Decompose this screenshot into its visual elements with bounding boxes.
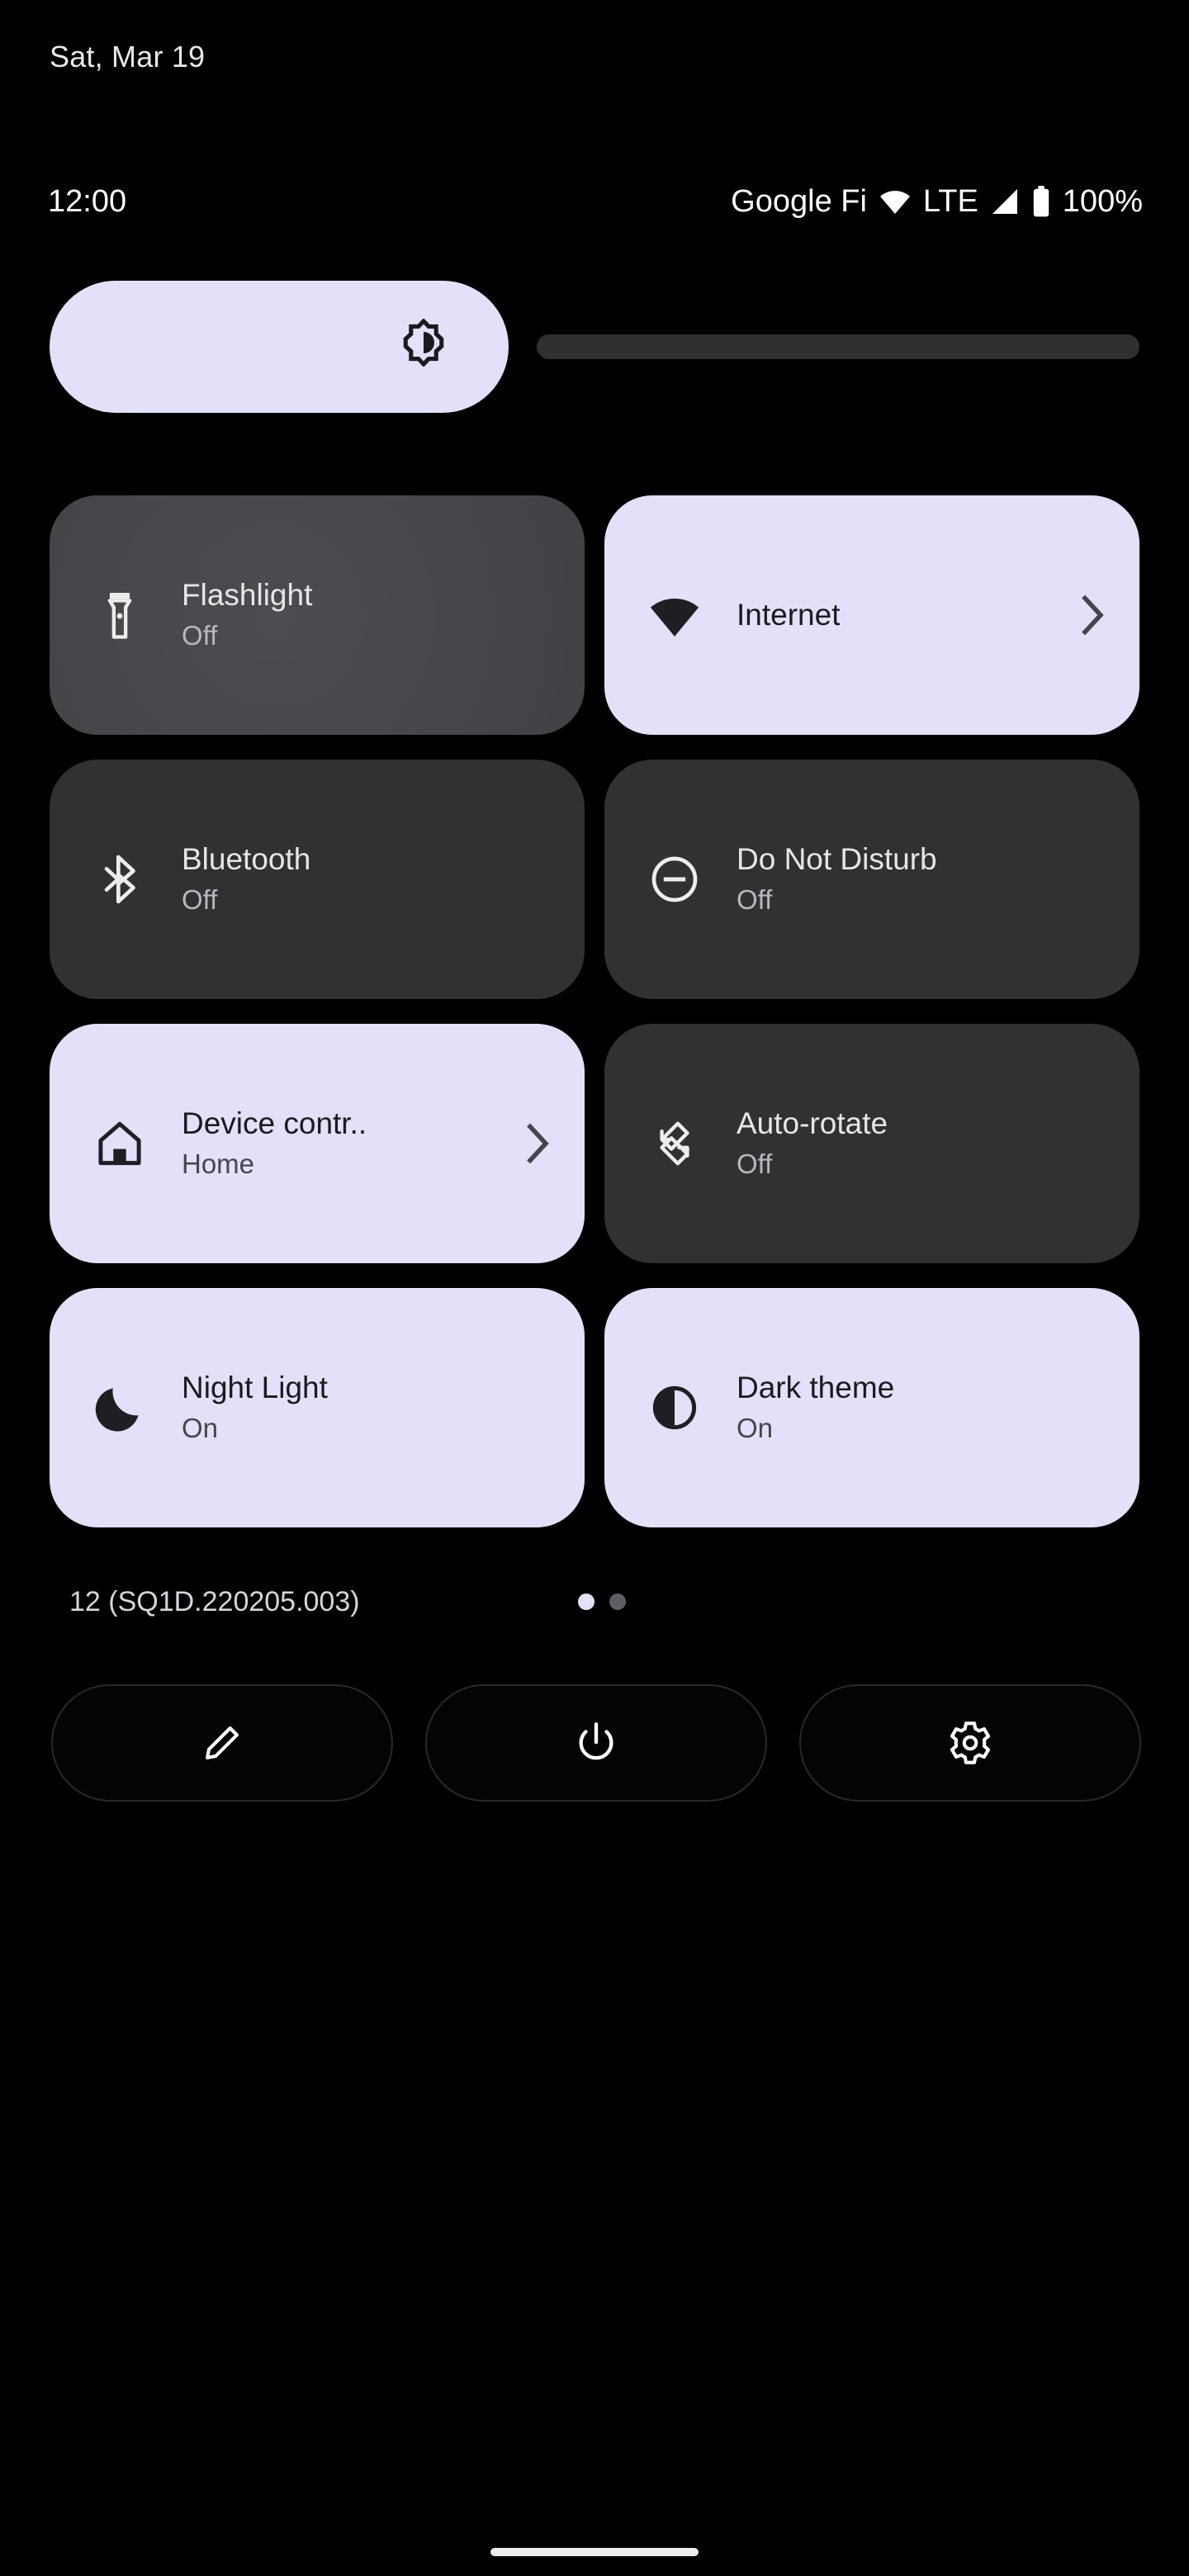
status-bar: 12:00 Google Fi LTE 100% (0, 177, 1189, 226)
tile-label: Auto-rotate (737, 1106, 888, 1141)
build-version-label: 12 (SQ1D.220205.003) (69, 1586, 360, 1617)
footer-row: 12 (SQ1D.220205.003) (0, 1577, 1189, 1627)
home-icon (98, 1121, 141, 1166)
status-clock: 12:00 (48, 184, 127, 219)
flashlight-icon (107, 593, 132, 639)
chevron-right-icon[interactable] (1078, 594, 1106, 636)
tile-sublabel: Off (182, 619, 218, 651)
quick-settings-tiles: Flashlight Off Internet Bluetooth Off Do… (50, 495, 1139, 1527)
tile-sublabel: Off (737, 1148, 773, 1179)
do-not-disturb-icon (651, 856, 698, 902)
moon-icon (95, 1388, 139, 1432)
settings-button[interactable] (799, 1684, 1141, 1802)
quick-settings-panel: Sat, Mar 19 12:00 Google Fi LTE 100% Fla… (0, 0, 1189, 2576)
tile-bluetooth[interactable]: Bluetooth Off (50, 760, 585, 999)
tile-sublabel: Off (737, 883, 773, 915)
tile-sublabel: On (737, 1412, 774, 1443)
brightness-icon (403, 319, 444, 367)
edit-tiles-button[interactable] (51, 1684, 393, 1802)
network-type-label: LTE (922, 183, 978, 219)
auto-rotate-icon (660, 1121, 689, 1166)
tile-do-not-disturb[interactable]: Do Not Disturb Off (604, 760, 1139, 999)
chevron-right-icon[interactable] (523, 1123, 552, 1164)
power-button[interactable] (425, 1684, 767, 1802)
wifi-icon (650, 598, 699, 637)
wifi-icon (879, 185, 912, 218)
tile-dark-theme[interactable]: Dark theme On (604, 1288, 1139, 1527)
page-dot-active[interactable] (578, 1593, 594, 1610)
tile-label: Dark theme (737, 1371, 895, 1405)
tile-sublabel: Off (182, 883, 218, 915)
tile-device-controls[interactable]: Device contr.. Home (50, 1024, 585, 1263)
brightness-track-remainder (537, 334, 1139, 359)
bluetooth-icon (104, 855, 135, 904)
tile-label: Night Light (182, 1371, 328, 1405)
tile-text: Night Light On (182, 1371, 552, 1444)
tile-label: Bluetooth (182, 842, 311, 877)
tile-sublabel: Home (182, 1148, 255, 1179)
action-button-row (51, 1684, 1141, 1802)
tile-text: Flashlight Off (182, 578, 552, 651)
tile-flashlight[interactable]: Flashlight Off (50, 495, 585, 735)
tile-internet[interactable]: Internet (604, 495, 1139, 735)
page-indicator[interactable] (578, 1577, 626, 1627)
tile-text: Internet (737, 598, 1065, 632)
tile-night-light[interactable]: Night Light On (50, 1288, 585, 1527)
status-icons: Google Fi LTE 100% (731, 177, 1143, 226)
tile-label: Do Not Disturb (737, 842, 937, 877)
power-icon (579, 1722, 613, 1760)
dark-theme-icon (652, 1385, 697, 1430)
tile-text: Device contr.. Home (182, 1106, 510, 1180)
pencil-icon (206, 1726, 239, 1759)
tile-text: Auto-rotate Off (737, 1106, 1106, 1180)
tile-text: Do Not Disturb Off (737, 842, 1106, 916)
tile-label: Flashlight (182, 578, 313, 613)
tile-sublabel: On (182, 1412, 219, 1443)
brightness-track[interactable] (50, 281, 1139, 413)
tile-label: Device contr.. (182, 1106, 367, 1141)
tile-text: Bluetooth Off (182, 842, 552, 916)
battery-percent-label: 100% (1062, 183, 1143, 219)
tile-label: Internet (737, 597, 841, 632)
battery-full-icon (1031, 186, 1051, 217)
page-dot-inactive[interactable] (609, 1593, 626, 1610)
signal-bars-icon (990, 187, 1020, 216)
home-gesture-pill[interactable] (490, 2548, 699, 2556)
date-label: Sat, Mar 19 (50, 40, 206, 73)
gear-icon (950, 1721, 991, 1764)
tile-auto-rotate[interactable]: Auto-rotate Off (604, 1024, 1139, 1263)
carrier-label: Google Fi (731, 183, 867, 219)
brightness-slider[interactable] (50, 281, 1139, 413)
tile-text: Dark theme On (737, 1371, 1106, 1444)
